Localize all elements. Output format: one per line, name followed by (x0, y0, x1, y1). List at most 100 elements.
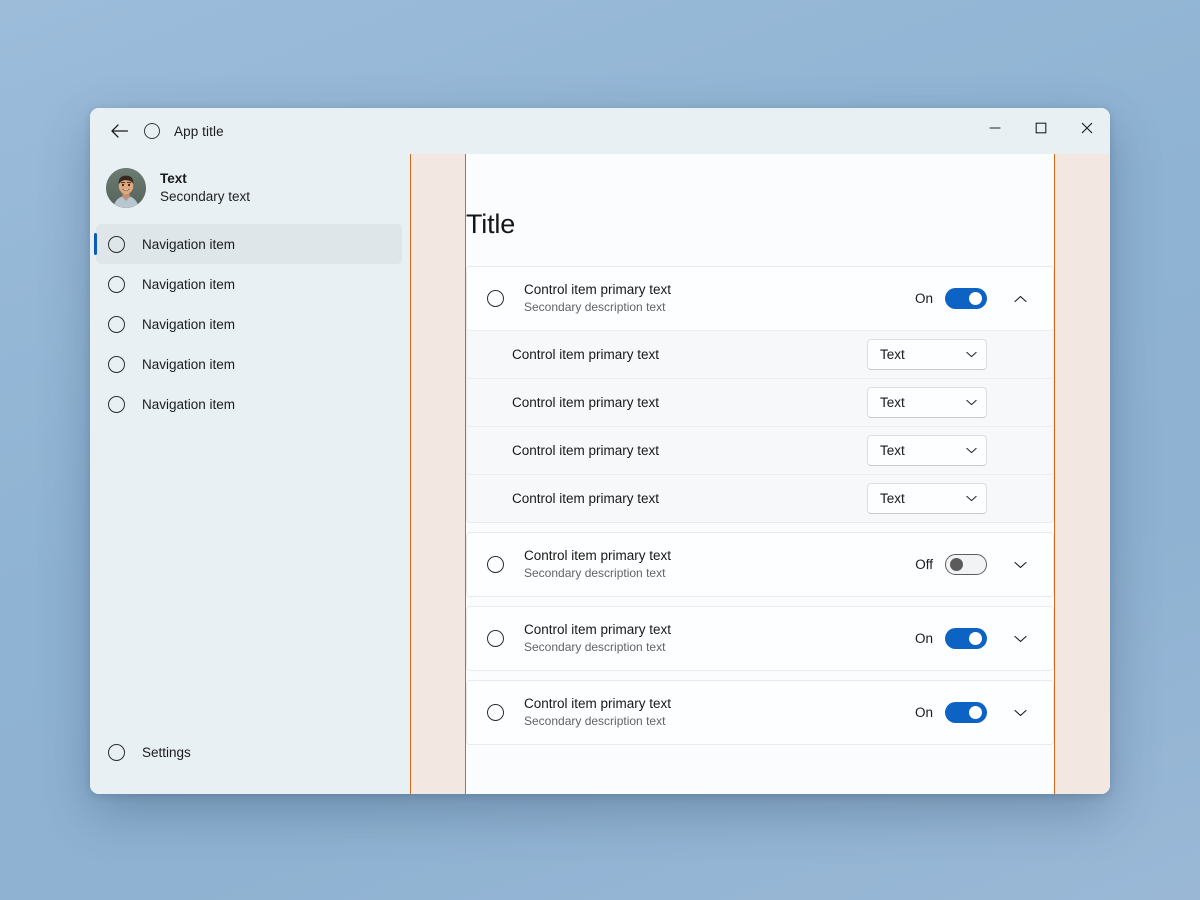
app-window: App title Text Secondary text Navigation… (90, 108, 1110, 794)
back-button[interactable] (102, 116, 136, 146)
app-icon-circle-icon (144, 123, 160, 139)
chevron-down-icon (1013, 709, 1027, 716)
nav-circle-icon (108, 395, 125, 413)
control-sub-row: Control item primary text Text (467, 330, 1053, 378)
avatar (106, 168, 146, 208)
sidebar-item-label: Navigation item (142, 396, 236, 412)
close-button[interactable] (1064, 108, 1110, 148)
settings-circle-icon (108, 743, 125, 761)
settings-card: Control item primary text Secondary descr… (466, 606, 1054, 671)
toggle-state-label: On (914, 291, 933, 306)
title-bar: App title (90, 108, 1110, 154)
sidebar-item-navigation-0[interactable]: Navigation item (94, 224, 402, 264)
toggle-switch[interactable] (945, 702, 987, 723)
control-item-texts: Control item primary text Secondary descr… (524, 695, 915, 730)
control-item-secondary-text: Secondary description text (524, 640, 666, 654)
close-icon (1081, 122, 1093, 134)
expand-collapse-button[interactable] (1005, 698, 1035, 728)
control-item-texts: Control item primary text Secondary descr… (524, 547, 915, 582)
sidebar-item-navigation-4[interactable]: Navigation item (96, 384, 402, 424)
control-item-secondary-text: Secondary description text (524, 714, 666, 728)
toggle-switch[interactable] (945, 288, 987, 309)
dropdown-select[interactable]: Text (867, 339, 987, 370)
control-item-row[interactable]: Control item primary text Secondary descr… (467, 533, 1053, 596)
control-item-row[interactable]: Control item primary text Secondary descr… (467, 267, 1053, 330)
control-circle-icon (487, 290, 504, 307)
dropdown-select[interactable]: Text (867, 435, 987, 466)
left-spacing-overlay (410, 154, 466, 794)
profile-row[interactable]: Text Secondary text (90, 156, 410, 220)
control-sub-row: Control item primary text Text (467, 378, 1053, 426)
control-circle-icon (487, 556, 504, 573)
control-item-texts: Control item primary text Secondary descr… (524, 281, 915, 316)
control-item-secondary-text: Secondary description text (524, 300, 666, 314)
settings-card: Control item primary text Secondary descr… (466, 266, 1054, 523)
dropdown-value: Text (880, 491, 905, 506)
right-spacing-overlay (1054, 154, 1110, 794)
toggle-switch[interactable] (945, 554, 987, 575)
nav-list: Navigation item Navigation item Navigation… (90, 224, 410, 424)
control-circle-icon (487, 704, 504, 721)
minimize-button[interactable] (972, 108, 1018, 148)
window-body: Text Secondary text Navigation item Navig… (90, 154, 1110, 794)
dropdown-value: Text (880, 395, 905, 410)
chevron-down-icon (966, 399, 977, 406)
chevron-down-icon (966, 495, 977, 502)
chevron-down-icon (966, 447, 977, 454)
maximize-icon (1035, 122, 1047, 134)
sidebar-item-navigation-2[interactable]: Navigation item (96, 304, 402, 344)
maximize-button[interactable] (1018, 108, 1064, 148)
toggle-knob (969, 632, 982, 645)
toggle-switch[interactable] (945, 628, 987, 649)
sidebar-item-label: Navigation item (142, 276, 236, 292)
toggle-state-label: On (914, 705, 933, 720)
control-sub-row: Control item primary text Text (467, 426, 1053, 474)
sidebar-item-label: Navigation item (142, 236, 236, 252)
control-sub-row-label: Control item primary text (512, 395, 660, 410)
profile-secondary-text: Secondary text (160, 189, 251, 204)
nav-circle-icon (108, 235, 125, 253)
control-item-primary-text: Control item primary text (524, 622, 672, 638)
expand-collapse-button[interactable] (1005, 284, 1035, 314)
settings-card: Control item primary text Secondary descr… (466, 532, 1054, 597)
dropdown-select[interactable]: Text (867, 483, 987, 514)
profile-text: Text Secondary text (160, 170, 250, 206)
chevron-down-icon (966, 351, 977, 358)
control-item-row[interactable]: Control item primary text Secondary descr… (467, 681, 1053, 744)
toggle-knob (969, 292, 982, 305)
control-sub-row: Control item primary text Text (467, 474, 1053, 522)
toggle-knob (969, 706, 982, 719)
sidebar-item-label: Navigation item (142, 356, 236, 372)
chevron-down-icon (1013, 635, 1027, 642)
dropdown-value: Text (880, 347, 905, 362)
dropdown-value: Text (880, 443, 905, 458)
profile-primary-text: Text (160, 171, 187, 187)
control-item-texts: Control item primary text Secondary descr… (524, 621, 915, 656)
nav-circle-icon (108, 315, 125, 333)
user-avatar-photo-icon (106, 168, 146, 208)
dropdown-select[interactable]: Text (867, 387, 987, 418)
expand-collapse-button[interactable] (1005, 624, 1035, 654)
settings-card-list: Control item primary text Secondary descr… (466, 266, 1054, 745)
toggle-knob (950, 557, 963, 571)
nav-circle-icon (108, 275, 125, 293)
sidebar-item-label: Navigation item (142, 316, 236, 332)
nav-circle-icon (108, 355, 125, 373)
toggle-state-label: On (914, 631, 933, 646)
control-sub-row-label: Control item primary text (512, 491, 660, 506)
navigation-sidebar: Text Secondary text Navigation item Navig… (90, 154, 410, 794)
toggle-state-label: Off (915, 557, 933, 572)
control-item-row[interactable]: Control item primary text Secondary descr… (467, 607, 1053, 670)
minimize-icon (989, 127, 1001, 129)
control-item-primary-text: Control item primary text (524, 696, 672, 712)
sidebar-item-navigation-3[interactable]: Navigation item (96, 344, 402, 384)
sidebar-item-navigation-1[interactable]: Navigation item (96, 264, 402, 304)
control-item-secondary-text: Secondary description text (524, 566, 666, 580)
app-title: App title (174, 123, 224, 139)
control-sub-row-label: Control item primary text (512, 443, 660, 458)
sidebar-item-settings[interactable]: Settings (96, 732, 402, 772)
expand-collapse-button[interactable] (1005, 550, 1035, 580)
page-title: Title (466, 209, 516, 239)
sidebar-item-label: Settings (142, 744, 191, 760)
